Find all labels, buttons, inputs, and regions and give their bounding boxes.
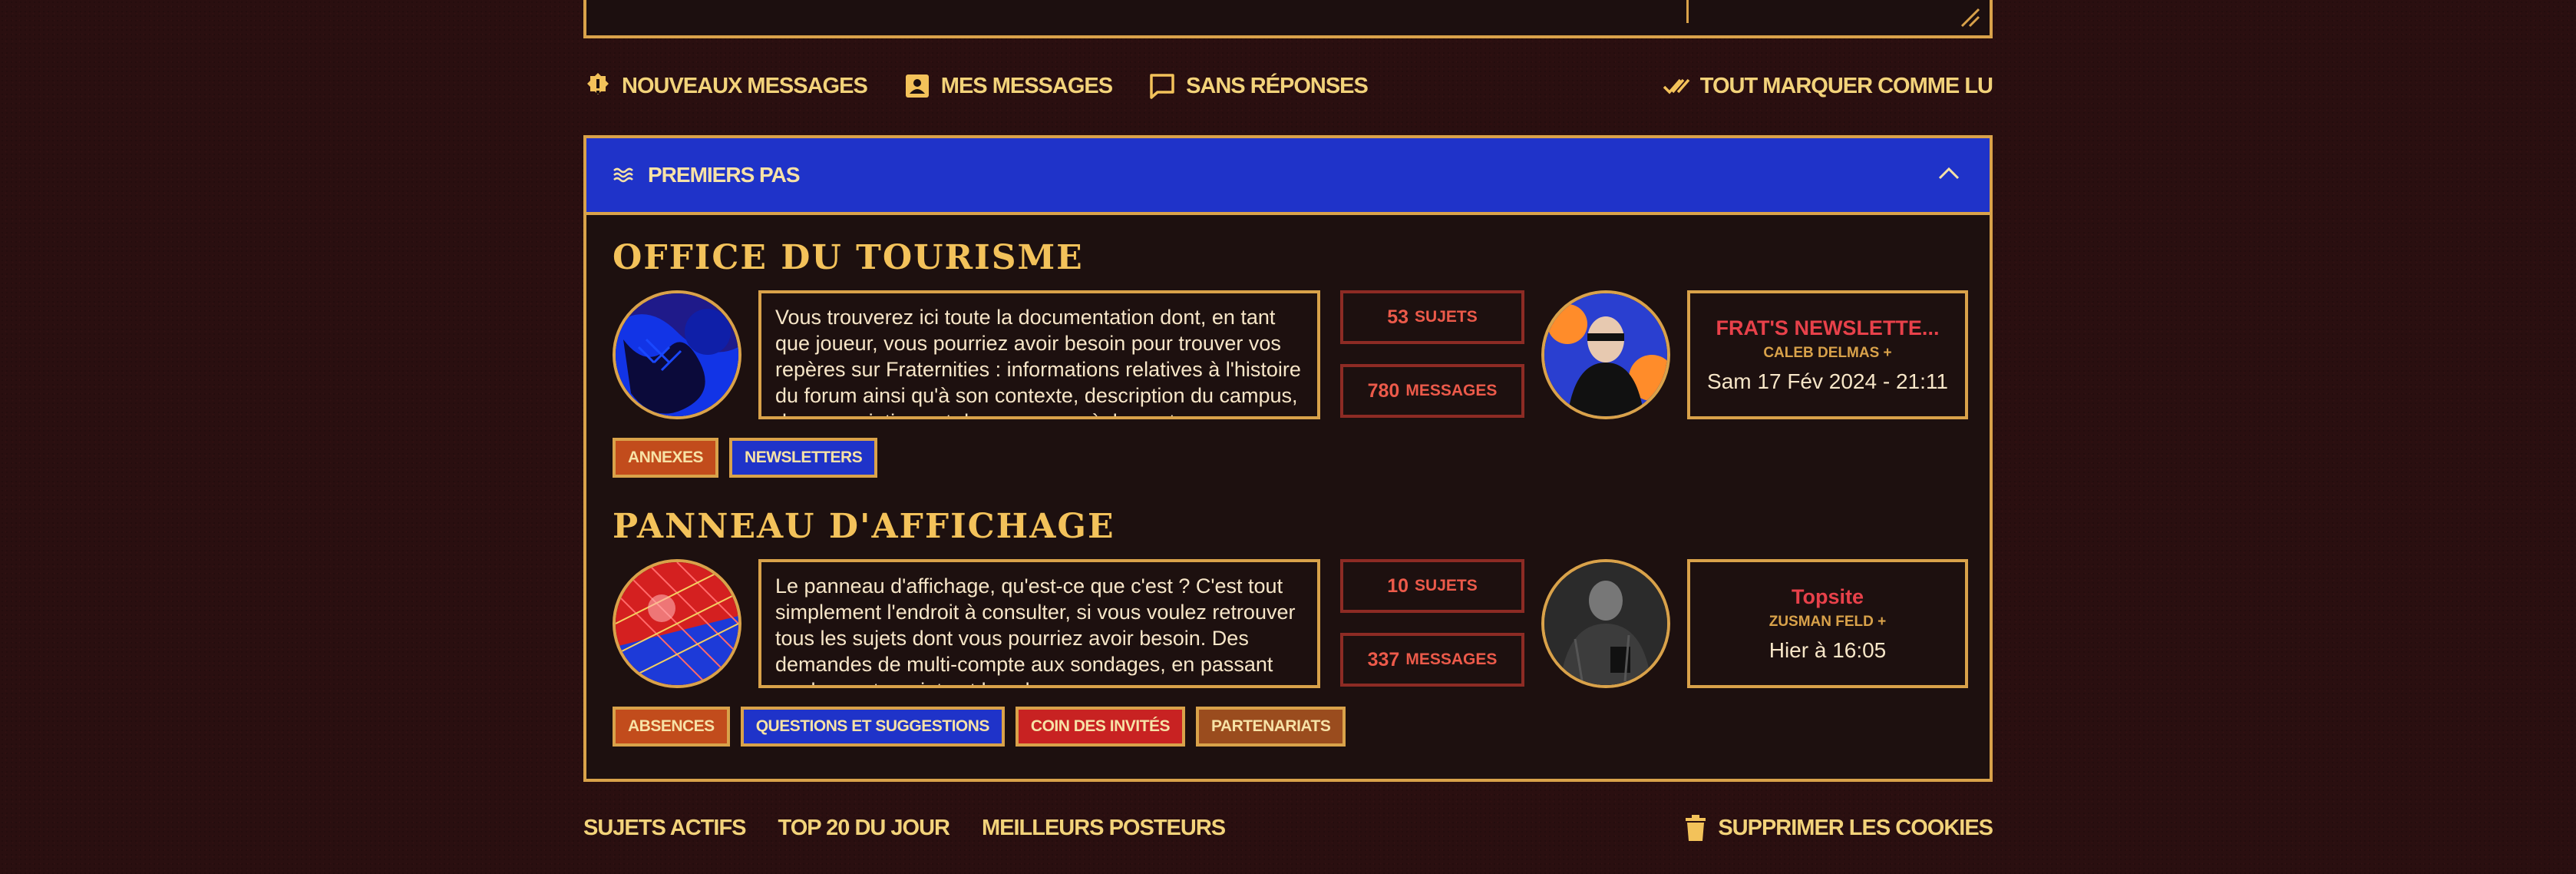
subforum-questions[interactable]: QUESTIONS ET SUGGESTIONS <box>740 707 1005 747</box>
last-post-title[interactable]: Topsite <box>1792 585 1864 609</box>
new-messages-link[interactable]: NOUVEAUX MESSAGES <box>583 71 868 101</box>
unanswered-label: SANS RÉPONSES <box>1186 73 1369 98</box>
forum-row: PANNEAU D'AFFICHAGE Le panneau d'afficha… <box>613 507 1968 747</box>
subforum-annexes[interactable]: ANNEXES <box>613 438 719 478</box>
messages-label: MESSAGES <box>1405 382 1498 399</box>
last-post-date: Hier à 16:05 <box>1769 637 1887 662</box>
top20-link[interactable]: TOP 20 DU JOUR <box>778 816 950 841</box>
forum-description: Vous trouverez ici toute la documentatio… <box>758 290 1320 419</box>
category-header[interactable]: PREMIERS PAS <box>586 138 1990 215</box>
last-post-date: Sam 17 Fév 2024 - 21:11 <box>1707 369 1948 393</box>
forum-content: Le panneau d'affichage, qu'est-ce que c'… <box>613 559 1968 747</box>
quick-links-bar: NOUVEAUX MESSAGES MES MESSAGES SANS RÉPO… <box>583 69 1993 103</box>
mark-all-read-label: TOUT MARQUER COMME LU <box>1699 73 1993 98</box>
last-post-title[interactable]: FRAT'S NEWSLETTE... <box>1716 316 1940 340</box>
topics-stat: 53 SUJETS <box>1340 290 1524 344</box>
last-post-author[interactable]: CALEB DELMAS + <box>1763 345 1891 362</box>
my-messages-label: MES MESSAGES <box>940 73 1113 98</box>
unanswered-link[interactable]: SANS RÉPONSES <box>1148 71 1369 101</box>
topics-count: 53 <box>1387 306 1409 328</box>
forum-avatar[interactable] <box>613 559 741 688</box>
forum-title[interactable]: PANNEAU D'AFFICHAGE <box>613 507 1968 546</box>
forum-description: Le panneau d'affichage, qu'est-ce que c'… <box>758 559 1320 688</box>
trash-icon <box>1686 815 1706 841</box>
best-posters-link[interactable]: MEILLEURS POSTEURS <box>982 816 1226 841</box>
topics-count: 10 <box>1387 574 1409 597</box>
messages-count: 337 <box>1367 648 1400 670</box>
my-messages-link[interactable]: MES MESSAGES <box>903 71 1113 101</box>
double-check-icon <box>1663 78 1690 94</box>
reply-textarea-edge[interactable] <box>583 0 1993 38</box>
textarea-divider <box>1686 0 1689 23</box>
new-messages-icon <box>587 73 609 94</box>
subforum-list: ABSENCES QUESTIONS ET SUGGESTIONS COIN D… <box>613 707 1346 747</box>
footer-links: SUJETS ACTIFS TOP 20 DU JOUR MEILLEURS P… <box>583 811 1993 845</box>
last-post-box: FRAT'S NEWSLETTE... CALEB DELMAS + Sam 1… <box>1687 290 1968 419</box>
last-poster-avatar[interactable] <box>1541 290 1670 419</box>
topics-label: SUJETS <box>1415 308 1478 326</box>
active-topics-link[interactable]: SUJETS ACTIFS <box>583 816 747 841</box>
last-poster-avatar[interactable] <box>1541 559 1670 688</box>
waves-icon <box>613 167 633 183</box>
resize-handle-icon[interactable] <box>1959 6 1980 28</box>
subforum-guests[interactable]: COIN DES INVITÉS <box>1015 707 1185 747</box>
topics-stat: 10 SUJETS <box>1340 559 1524 613</box>
mark-all-read-link[interactable]: TOUT MARQUER COMME LU <box>1662 71 1993 101</box>
messages-stat: 780 MESSAGES <box>1340 364 1524 418</box>
forum-content: Vous trouverez ici toute la documentatio… <box>613 290 1968 478</box>
chat-bubble-icon <box>1150 74 1174 99</box>
delete-cookies-label: SUPPRIMER LES COOKIES <box>1718 815 1993 840</box>
last-post-author[interactable]: ZUSMAN FELD + <box>1769 614 1887 631</box>
subforum-partnerships[interactable]: PARTENARIATS <box>1195 707 1346 747</box>
category-panel: PREMIERS PAS OFFICE DU TOURISME Vous tro… <box>583 135 1993 782</box>
subforum-newsletters[interactable]: NEWSLETTERS <box>729 438 878 478</box>
delete-cookies-link[interactable]: SUPPRIMER LES COOKIES <box>1683 813 1993 843</box>
topics-label: SUJETS <box>1415 577 1478 594</box>
messages-label: MESSAGES <box>1405 651 1498 668</box>
messages-count: 780 <box>1367 379 1400 402</box>
last-post-box: Topsite ZUSMAN FELD + Hier à 16:05 <box>1687 559 1968 688</box>
forum-avatar[interactable] <box>613 290 741 419</box>
subforum-absences[interactable]: ABSENCES <box>613 707 730 747</box>
forum-row: OFFICE DU TOURISME Vous trouverez ici to… <box>613 238 1968 478</box>
messages-stat: 337 MESSAGES <box>1340 633 1524 687</box>
new-messages-label: NOUVEAUX MESSAGES <box>622 73 868 98</box>
category-title: PREMIERS PAS <box>648 163 801 187</box>
forum-title[interactable]: OFFICE DU TOURISME <box>613 238 1968 277</box>
contact-card-icon <box>905 74 929 98</box>
chevron-up-icon[interactable] <box>1937 164 1960 183</box>
subforum-list: ANNEXES NEWSLETTERS <box>613 438 878 478</box>
